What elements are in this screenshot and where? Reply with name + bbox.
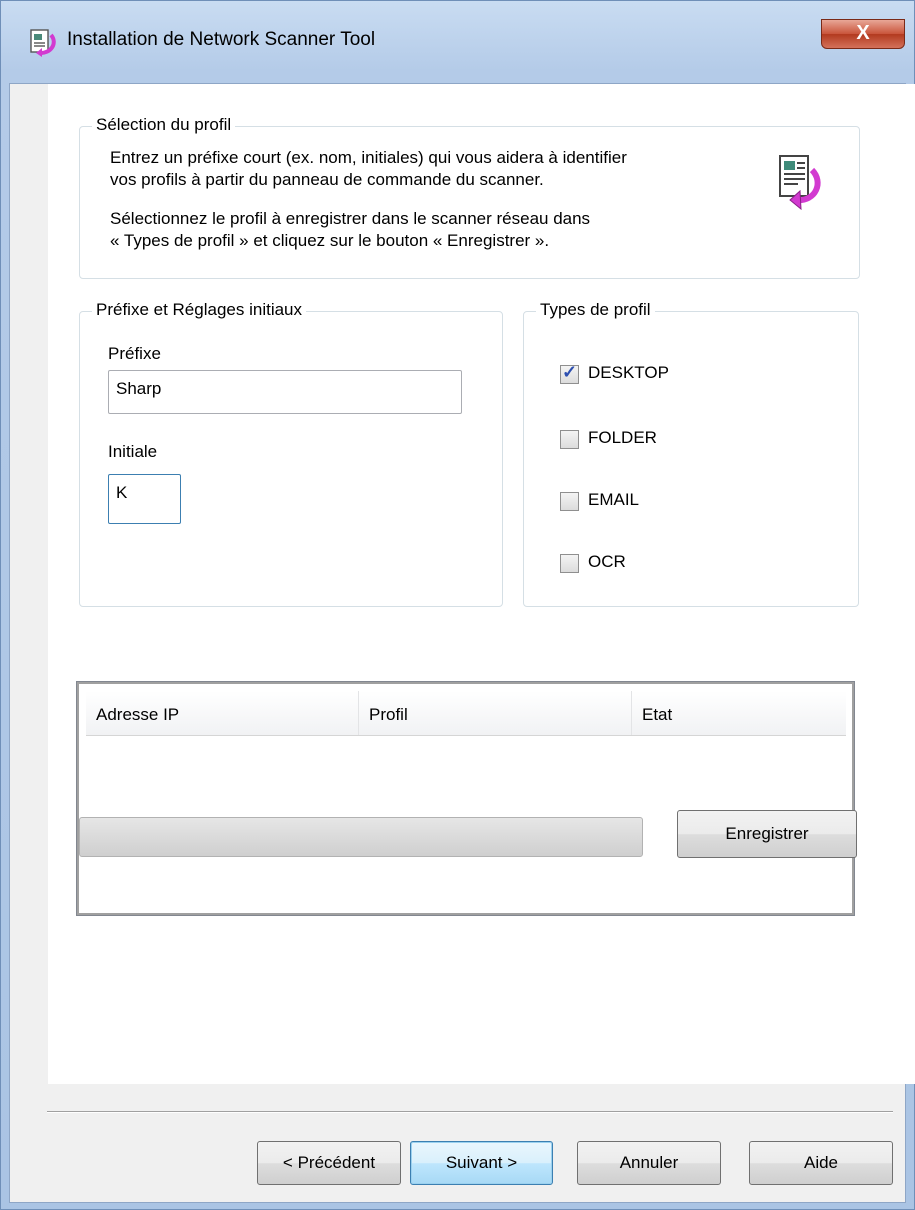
ocr-label: OCR — [588, 552, 626, 571]
close-button[interactable]: X — [821, 19, 905, 49]
profile-types-group: Types de profil ✓ DESKTOP FOLDER EMAIL O… — [523, 300, 859, 607]
profile-selection-group: Sélection du profil Entrez un préfixe co… — [79, 115, 860, 279]
prefix-label: Préfixe — [108, 344, 161, 363]
profile-selection-line3: Sélectionnez le profil à enregistrer dan… — [110, 209, 591, 228]
folder-label: FOLDER — [588, 428, 657, 447]
folder-checkbox[interactable] — [560, 430, 579, 449]
profile-selection-legend: Sélection du profil — [92, 115, 236, 135]
column-profile[interactable]: Profil — [359, 691, 632, 735]
checkmark-icon: ✓ — [562, 362, 578, 382]
prefix-input[interactable]: Sharp — [108, 370, 462, 414]
previous-button[interactable]: < Précédent — [257, 1141, 401, 1185]
document-arrow-icon — [772, 152, 822, 219]
ocr-checkbox[interactable] — [560, 554, 579, 573]
prefix-settings-group: Préfixe et Réglages initiaux Préfixe Sha… — [79, 300, 503, 607]
desktop-label: DESKTOP — [588, 363, 669, 382]
footer-separator — [47, 1111, 893, 1113]
title-bar[interactable]: Installation de Network Scanner Tool X — [1, 1, 914, 83]
list-header: Adresse IP Profil Etat — [86, 691, 846, 736]
register-button[interactable]: Enregistrer — [677, 810, 857, 858]
profile-selection-line1: Entrez un préfixe court (ex. nom, initia… — [110, 148, 627, 167]
scanner-list[interactable]: Adresse IP Profil Etat — [76, 681, 855, 916]
prefix-settings-legend: Préfixe et Réglages initiaux — [92, 300, 307, 320]
close-icon: X — [856, 22, 870, 44]
initial-label: Initiale — [108, 442, 158, 461]
column-ip-address[interactable]: Adresse IP — [86, 691, 359, 735]
email-label: EMAIL — [588, 490, 640, 509]
profile-selection-line2: vos profils à partir du panneau de comma… — [110, 170, 544, 189]
email-checkbox[interactable] — [560, 492, 579, 511]
next-button[interactable]: Suivant > — [410, 1141, 553, 1185]
desktop-checkbox[interactable]: ✓ — [560, 362, 579, 384]
window-title: Installation de Network Scanner Tool — [67, 29, 376, 50]
progress-bar — [79, 817, 643, 857]
installer-window: Installation de Network Scanner Tool X S… — [0, 0, 915, 1210]
profile-types-legend: Types de profil — [536, 300, 655, 320]
installer-icon — [25, 27, 57, 59]
profile-selection-line4: « Types de profil » et cliquez sur le bo… — [110, 231, 550, 250]
column-status[interactable]: Etat — [632, 691, 846, 735]
help-button[interactable]: Aide — [749, 1141, 893, 1185]
initial-input[interactable]: K — [108, 474, 181, 524]
cancel-button[interactable]: Annuler — [577, 1141, 721, 1185]
